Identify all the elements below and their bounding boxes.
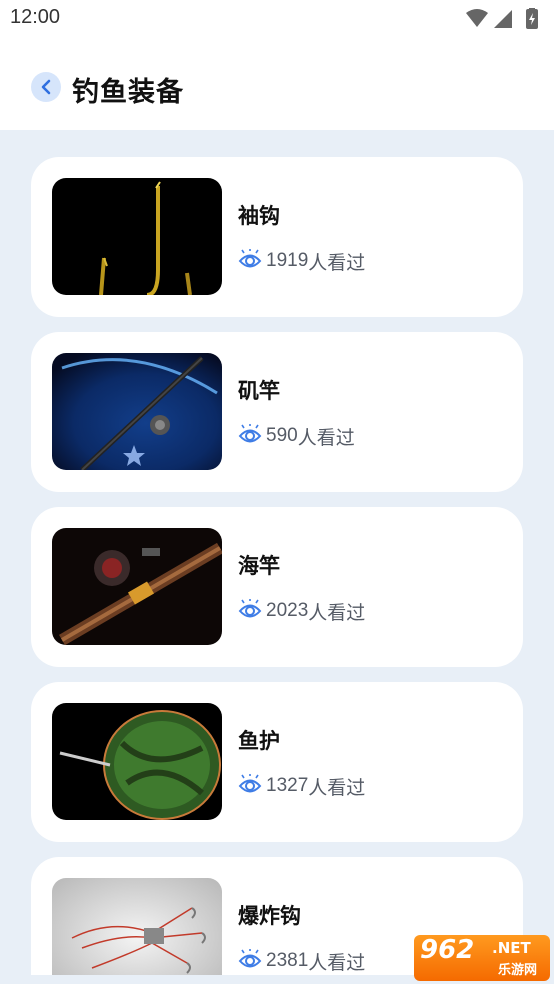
item-title: 爆炸钩 — [238, 904, 301, 928]
watermark-sub: 乐游网 — [498, 963, 538, 978]
views-suffix: 人看过 — [308, 251, 366, 274]
item-title: 鱼护 — [238, 729, 280, 753]
view-count: 1327 人看过 — [238, 774, 366, 799]
watermark-net: .NET — [492, 939, 531, 957]
status-bar: 12:00 — [0, 0, 554, 38]
cellular-icon — [494, 10, 512, 28]
status-icons — [464, 8, 544, 30]
item-title: 海竿 — [238, 554, 280, 578]
item-title: 矶竿 — [238, 379, 280, 403]
eye-icon — [238, 249, 262, 268]
eye-icon — [238, 949, 262, 968]
watermark-main: 962 — [420, 935, 475, 965]
views-number: 1919 — [266, 250, 309, 271]
views-suffix: 人看过 — [297, 426, 355, 449]
eye-icon — [238, 599, 262, 618]
equipment-list: 袖钩 1919 人看过 矶竿 590 人看过 海竿 2023 人看过 鱼护 13… — [31, 157, 523, 975]
status-time: 12:00 — [10, 6, 61, 28]
battery-charging-icon — [526, 8, 538, 29]
explosion-hook-image — [52, 878, 222, 975]
list-item[interactable]: 矶竿 590 人看过 — [31, 332, 523, 492]
watermark-logo: 962 .NET 乐游网 — [414, 935, 550, 981]
eye-icon — [238, 774, 262, 793]
views-number: 590 — [266, 425, 298, 446]
fish-net-image — [52, 703, 222, 820]
rod-planet-image — [52, 353, 222, 470]
item-title: 袖钩 — [238, 204, 280, 228]
hook-image — [52, 178, 222, 295]
screen: 12:00 钓鱼装备 袖钩 1919 人看过 矶竿 590 人看过 海竿 202… — [0, 0, 554, 984]
sea-rod-image — [52, 528, 222, 645]
list-item[interactable]: 鱼护 1327 人看过 — [31, 682, 523, 842]
list-item[interactable]: 海竿 2023 人看过 — [31, 507, 523, 667]
views-number: 2381 — [266, 950, 309, 971]
view-count: 2381 人看过 — [238, 949, 366, 974]
view-count: 590 人看过 — [238, 424, 355, 449]
header: 钓鱼装备 — [0, 38, 554, 130]
views-number: 2023 — [266, 600, 309, 621]
page-title: 钓鱼装备 — [72, 77, 184, 108]
views-suffix: 人看过 — [308, 776, 366, 799]
views-number: 1327 — [266, 775, 309, 796]
eye-icon — [238, 424, 262, 443]
views-suffix: 人看过 — [308, 601, 366, 624]
view-count: 2023 人看过 — [238, 599, 366, 624]
back-button[interactable] — [31, 72, 61, 102]
list-item[interactable]: 袖钩 1919 人看过 — [31, 157, 523, 317]
wifi-icon — [466, 9, 488, 27]
view-count: 1919 人看过 — [238, 249, 366, 274]
views-suffix: 人看过 — [308, 951, 366, 974]
chevron-left-icon — [41, 79, 51, 95]
